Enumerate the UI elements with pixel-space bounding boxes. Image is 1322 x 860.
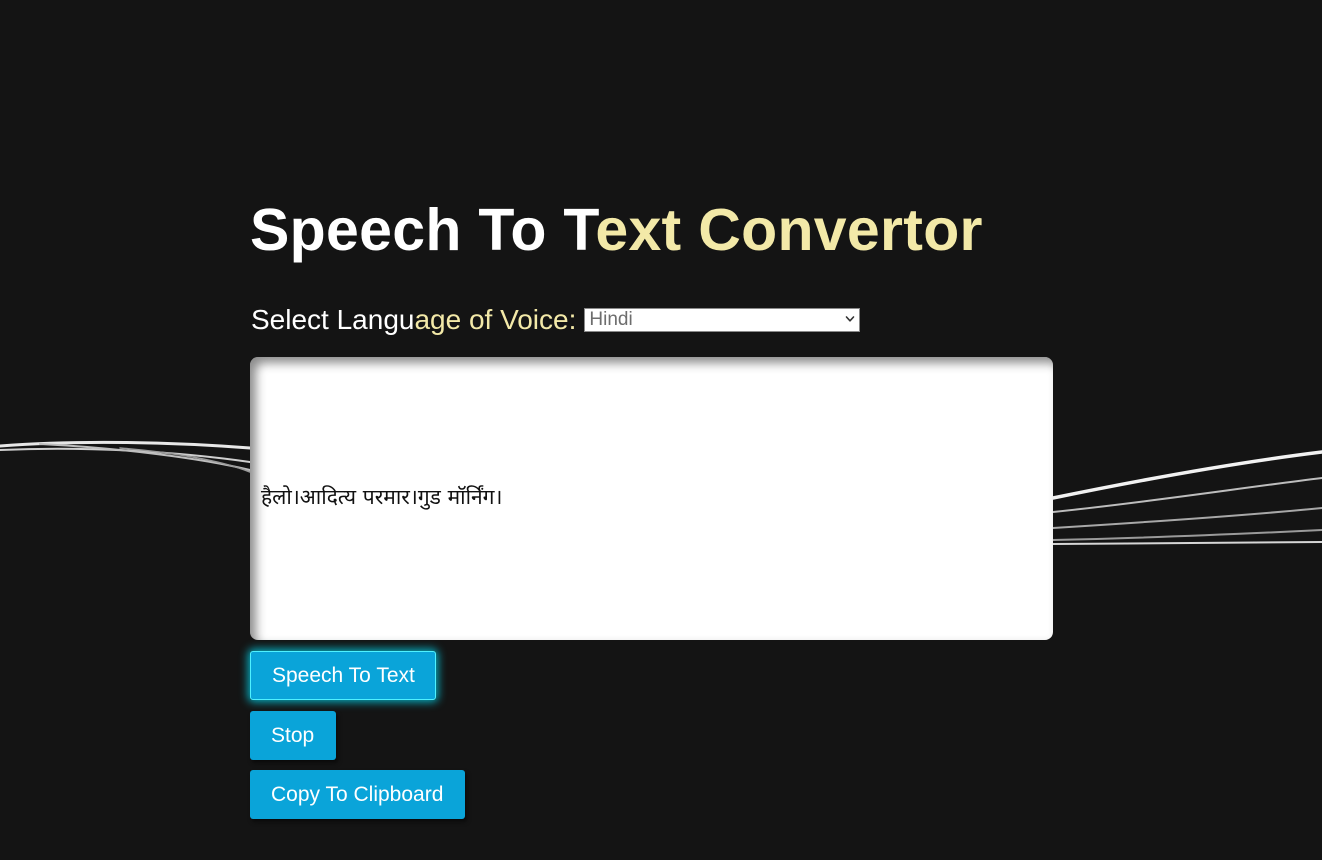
page-title-part-1: Speech To T	[250, 197, 596, 263]
stop-button[interactable]: Stop	[250, 711, 336, 760]
chevron-down-icon	[846, 316, 855, 322]
page: Speech To Text Convertor Select Language…	[0, 0, 1322, 860]
language-label-part-1: Select Langu	[251, 304, 415, 335]
language-select[interactable]: Hindi	[584, 308, 861, 332]
language-select-value: Hindi	[589, 309, 633, 330]
page-title-part-2: ext Convertor	[595, 197, 983, 263]
copy-to-clipboard-button[interactable]: Copy To Clipboard	[250, 770, 465, 819]
language-row: Select Language of Voice: Hindi	[251, 303, 861, 337]
language-label-part-2: age of Voice:	[414, 304, 577, 335]
transcript-output[interactable]: हैलो।आदित्य परमार।गुड मॉर्निंग।	[250, 357, 1053, 640]
speech-to-text-button[interactable]: Speech To Text	[250, 651, 436, 700]
page-title: Speech To Text Convertor	[250, 196, 983, 264]
language-label: Select Language of Voice:	[251, 304, 576, 336]
transcript-text: हैलो।आदित्य परमार।गुड मॉर्निंग।	[261, 484, 503, 509]
